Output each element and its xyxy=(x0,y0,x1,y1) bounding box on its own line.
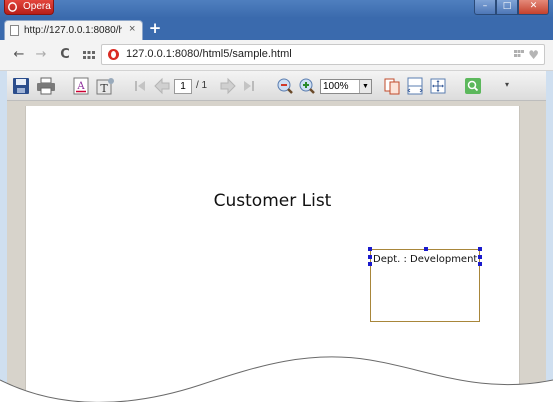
back-button[interactable]: ← xyxy=(11,47,27,63)
resize-handle-bottom-left[interactable] xyxy=(368,262,372,266)
text-export-icon[interactable]: A xyxy=(72,77,90,95)
opera-site-icon xyxy=(108,49,119,60)
navigation-bar: ← → C 127.0.0.1:8080/html5/sample.html ♥ xyxy=(0,40,553,71)
page-number-input[interactable]: 1 xyxy=(174,79,192,94)
minimize-button[interactable]: – xyxy=(474,0,496,15)
opera-menu-button[interactable]: Opera xyxy=(4,0,54,15)
zoom-out-icon[interactable] xyxy=(276,77,294,95)
resize-handle-bottom-right[interactable] xyxy=(478,262,482,266)
zoom-select[interactable]: 100% ▼ xyxy=(320,79,372,94)
resize-handle-top[interactable] xyxy=(424,247,428,251)
resize-handle-left[interactable] xyxy=(368,255,372,259)
opera-logo-icon xyxy=(8,2,17,12)
zoom-value: 100% xyxy=(323,81,349,92)
new-tab-button[interactable]: + xyxy=(148,21,162,36)
resize-handle-top-right[interactable] xyxy=(478,247,482,251)
bookmark-heart-icon[interactable]: ♥ xyxy=(528,48,539,62)
text-tool-icon[interactable]: T xyxy=(95,77,115,95)
dept-label: Dept. : Development xyxy=(373,254,478,265)
svg-text:T: T xyxy=(100,82,108,95)
reload-button[interactable]: C xyxy=(57,47,73,63)
last-page-icon[interactable] xyxy=(242,77,256,95)
title-bar: Opera – □ ✕ xyxy=(0,0,553,18)
page-favicon-icon xyxy=(10,25,19,36)
address-bar[interactable]: 127.0.0.1:8080/html5/sample.html ♥ xyxy=(101,44,545,65)
first-page-icon[interactable] xyxy=(133,77,147,95)
dept-label-box[interactable]: Dept. : Development xyxy=(368,247,482,322)
report-viewer-toolbar: A T 1 / 1 100% ▼ ▾ xyxy=(7,71,546,101)
forward-button[interactable]: → xyxy=(33,47,49,63)
tab-close-icon[interactable]: × xyxy=(129,23,135,35)
close-window-button[interactable]: ✕ xyxy=(518,0,549,15)
resize-handle-right[interactable] xyxy=(478,255,482,259)
svg-text:A: A xyxy=(76,81,85,92)
report-title: Customer List xyxy=(213,191,332,211)
next-page-icon[interactable] xyxy=(219,77,237,95)
print-icon[interactable] xyxy=(36,77,56,95)
address-text: 127.0.0.1:8080/html5/sample.html xyxy=(126,48,292,60)
add-to-speed-dial-icon[interactable] xyxy=(514,50,524,60)
browser-window: Opera – □ ✕ http://127.0.0.1:8080/html5/… xyxy=(0,0,553,402)
chevron-down-icon[interactable]: ▼ xyxy=(359,80,371,93)
maximize-button[interactable]: □ xyxy=(496,0,518,15)
tab-title: http://127.0.0.1:8080/html5/sample.html xyxy=(24,25,122,36)
save-icon[interactable] xyxy=(12,77,30,95)
torn-edge-decoration xyxy=(0,356,553,402)
previous-page-icon[interactable] xyxy=(153,77,171,95)
fit-page-icon[interactable] xyxy=(429,77,447,95)
resize-handle-top-left[interactable] xyxy=(368,247,372,251)
fit-width-icon[interactable] xyxy=(406,77,424,95)
page-count-label: / 1 xyxy=(196,80,208,91)
tab-strip: http://127.0.0.1:8080/html5/sample.html … xyxy=(0,18,553,40)
tab-sample[interactable]: http://127.0.0.1:8080/html5/sample.html … xyxy=(4,20,143,40)
search-icon[interactable] xyxy=(464,77,482,95)
zoom-in-icon[interactable] xyxy=(298,77,316,95)
toolbar-overflow-chevron-icon[interactable]: ▾ xyxy=(505,80,509,89)
speed-dial-grid-icon[interactable] xyxy=(81,47,97,63)
opera-menu-label: Opera xyxy=(23,1,51,12)
single-page-view-icon[interactable] xyxy=(383,77,401,95)
